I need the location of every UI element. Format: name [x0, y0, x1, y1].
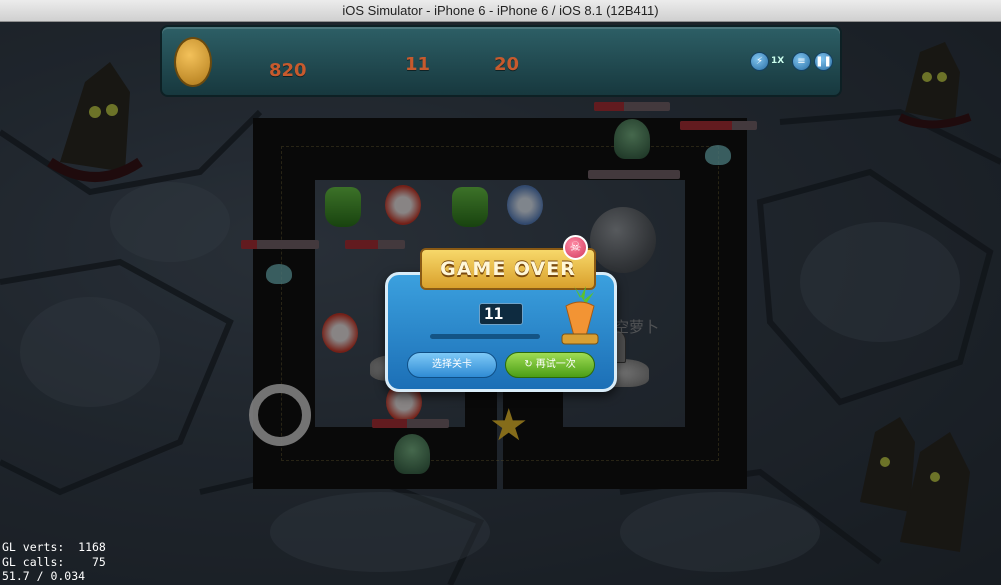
pause-icon[interactable]: ❚❚ [814, 52, 833, 71]
window-title: iOS Simulator - iPhone 6 - iPhone 6 / iO… [342, 3, 659, 18]
retry-label: 再试一次 [535, 359, 576, 370]
game-canvas[interactable]: ★ 空萝卜 820 11 20 ⚡ 1X ≡ ❚❚ GAME OVER ☠ 11… [0, 22, 1001, 585]
carrot-icon [560, 284, 600, 346]
speed-icon[interactable]: ⚡ [750, 52, 769, 71]
select-level-button[interactable]: 选择关卡 [407, 352, 497, 378]
fps: 51.7 / 0.034 [2, 569, 86, 583]
gl-debug-stats: GL verts: 1168 GL calls: 75 51.7 / 0.034 [2, 540, 106, 584]
window-titlebar: iOS Simulator - iPhone 6 - iPhone 6 / iO… [0, 0, 1001, 22]
gold-count: 820 [269, 60, 307, 81]
gl-calls: GL calls: 75 [2, 554, 106, 569]
skull-icon: ☠ [563, 235, 588, 260]
wave-current: 11 [405, 54, 431, 75]
menu-icon[interactable]: ≡ [792, 52, 811, 71]
wave-progress [430, 334, 540, 339]
speed-label: 1X [771, 56, 785, 66]
coin-carrot-icon [174, 37, 212, 87]
retry-button[interactable]: ↻ 再试一次 [505, 352, 595, 378]
wave-reached-display: 11 [479, 303, 523, 325]
gl-verts: GL verts: 1168 [2, 540, 106, 554]
wave-total: 20 [494, 54, 520, 75]
top-hud: 820 11 20 ⚡ 1X ≡ ❚❚ [160, 25, 842, 97]
refresh-icon: ↻ [524, 359, 536, 370]
